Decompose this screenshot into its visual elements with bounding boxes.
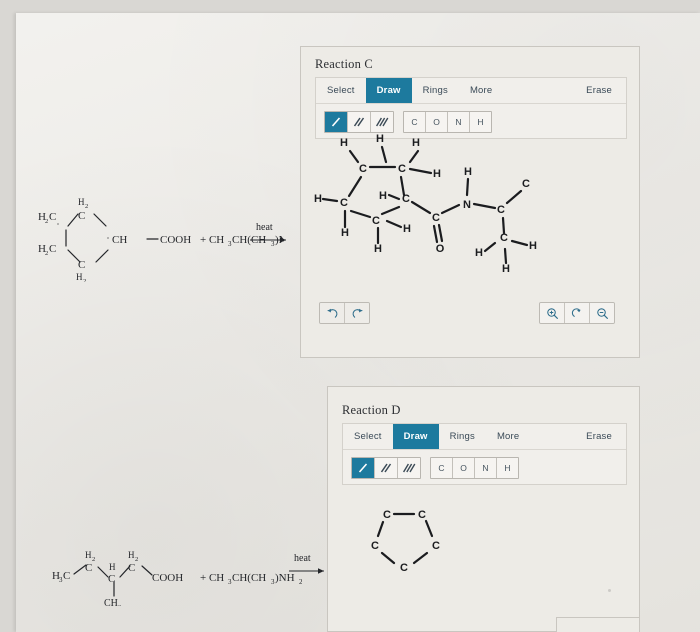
reaction-d-canvas[interactable]: C C C C C: [328, 495, 639, 625]
atom-h12: H: [475, 247, 483, 259]
element-group-d: C O N H: [430, 457, 519, 479]
atom-d-c1: C: [383, 509, 391, 521]
tab-rings-d[interactable]: Rings: [439, 424, 486, 449]
tab-more-d[interactable]: More: [486, 424, 530, 449]
reaction-d-title: Reaction D: [342, 403, 401, 417]
next-panel-stub: [556, 617, 640, 632]
element-button-c-d[interactable]: C: [431, 458, 452, 478]
atom-n1: N: [463, 199, 471, 211]
atom-c4: C: [402, 193, 410, 205]
zoom-in-icon[interactable]: [540, 303, 564, 323]
atom-h10: H: [464, 166, 472, 178]
atom-c5: C: [372, 215, 380, 227]
svg-text:H: H: [85, 550, 92, 560]
atom-h6: H: [314, 193, 322, 205]
element-button-n-d[interactable]: N: [474, 458, 496, 478]
reaction-c-tab-row: Select Draw Rings More Erase: [316, 78, 626, 104]
scan-artifact: [608, 589, 611, 592]
reaction-c-title: Reaction C: [315, 57, 373, 71]
svg-text:C: C: [108, 573, 115, 585]
history-controls: [319, 302, 370, 324]
svg-text:C: C: [78, 259, 85, 271]
atom-h5: H: [379, 190, 387, 202]
redo-icon[interactable]: [344, 303, 369, 323]
tab-rings[interactable]: Rings: [412, 78, 459, 103]
atom-h2: H: [376, 133, 384, 145]
screenshot-root: H 2 C H 2 C H 2 C C H 2 CH COOH + CH 3 C…: [0, 0, 700, 632]
reaction-d-tab-row: Select Draw Rings More Erase: [343, 424, 626, 450]
svg-text:H: H: [128, 550, 135, 560]
svg-text:2: 2: [45, 250, 48, 257]
atom-h8: H: [374, 243, 382, 255]
svg-text:C: C: [85, 562, 92, 574]
atom-h4: H: [433, 168, 441, 180]
atom-h1: H: [340, 137, 348, 149]
zoom-reset-icon[interactable]: [564, 303, 589, 323]
undo-icon[interactable]: [320, 303, 344, 323]
svg-text:C: C: [78, 210, 85, 222]
atom-d-c3: C: [432, 540, 440, 552]
atom-d-c4: C: [400, 562, 408, 574]
svg-text:2: 2: [135, 556, 138, 563]
zoom-controls: [539, 302, 615, 324]
svg-text:2: 2: [83, 278, 86, 282]
svg-text:H: H: [76, 272, 83, 282]
svg-text:H: H: [78, 197, 85, 207]
tab-select-d[interactable]: Select: [343, 424, 393, 449]
atom-d-c2: C: [418, 509, 426, 521]
reaction-d-tool-row: C O N H: [343, 450, 626, 486]
single-bond-button-d[interactable]: [352, 458, 374, 478]
atom-c7: C: [497, 204, 505, 216]
svg-text:C: C: [128, 562, 135, 574]
bond-type-group-d: [351, 457, 421, 479]
svg-text:CH: CH: [104, 598, 118, 606]
reaction-d-panel: Reaction D Select Draw Rings More Erase: [327, 386, 640, 632]
heat-label-top: heat: [256, 222, 273, 233]
atom-c1: C: [359, 163, 367, 175]
atom-c8: C: [522, 178, 530, 190]
svg-text:2: 2: [45, 218, 48, 225]
atom-h13: H: [502, 263, 510, 275]
svg-text:2: 2: [85, 203, 88, 210]
reaction-d-molecule: C C C C C: [371, 509, 440, 574]
tab-more[interactable]: More: [459, 78, 503, 103]
atom-c9: C: [500, 232, 508, 244]
svg-text:C: C: [49, 243, 56, 255]
svg-text:3: 3: [118, 604, 121, 606]
equation-bottom-conditions: heat: [190, 548, 330, 586]
heat-label-bottom: heat: [294, 553, 311, 564]
tab-select[interactable]: Select: [316, 78, 366, 103]
atom-d-c5: C: [371, 540, 379, 552]
atom-h7: H: [341, 227, 349, 239]
atom-c6: C: [432, 212, 440, 224]
erase-button[interactable]: Erase: [572, 78, 626, 103]
atom-c3: C: [340, 197, 348, 209]
atom-c2: C: [398, 163, 406, 175]
reaction-c-molecule: H H H C C H H C C H H C H H C O N H C C …: [314, 133, 537, 275]
reaction-c-canvas-controls: [301, 302, 639, 324]
erase-button-d[interactable]: Erase: [572, 424, 626, 449]
atom-o1: O: [436, 243, 445, 255]
atom-h3: H: [412, 137, 420, 149]
tab-draw-d[interactable]: Draw: [392, 424, 439, 449]
svg-text:CH: CH: [112, 234, 127, 246]
svg-text:H: H: [109, 562, 116, 572]
triple-bond-button-d[interactable]: [397, 458, 420, 478]
double-bond-button-d[interactable]: [374, 458, 397, 478]
svg-text:COOH: COOH: [152, 572, 183, 584]
svg-text:C: C: [63, 570, 70, 582]
element-button-h-d[interactable]: H: [496, 458, 518, 478]
tab-draw[interactable]: Draw: [365, 78, 412, 103]
reaction-c-canvas[interactable]: H H H C C H H C C H H C H H C O N H C C …: [301, 133, 639, 307]
atom-h9: H: [403, 223, 411, 235]
element-button-o-d[interactable]: O: [452, 458, 474, 478]
atom-h11: H: [529, 240, 537, 252]
svg-text:2: 2: [92, 556, 95, 563]
reaction-c-panel: Reaction C Select Draw Rings More Erase: [300, 46, 640, 358]
reaction-d-editor-toolbar: Select Draw Rings More Erase C O N H: [342, 423, 627, 485]
equation-top-conditions: heat: [150, 218, 290, 260]
svg-text:C: C: [49, 211, 56, 223]
zoom-out-icon[interactable]: [589, 303, 614, 323]
